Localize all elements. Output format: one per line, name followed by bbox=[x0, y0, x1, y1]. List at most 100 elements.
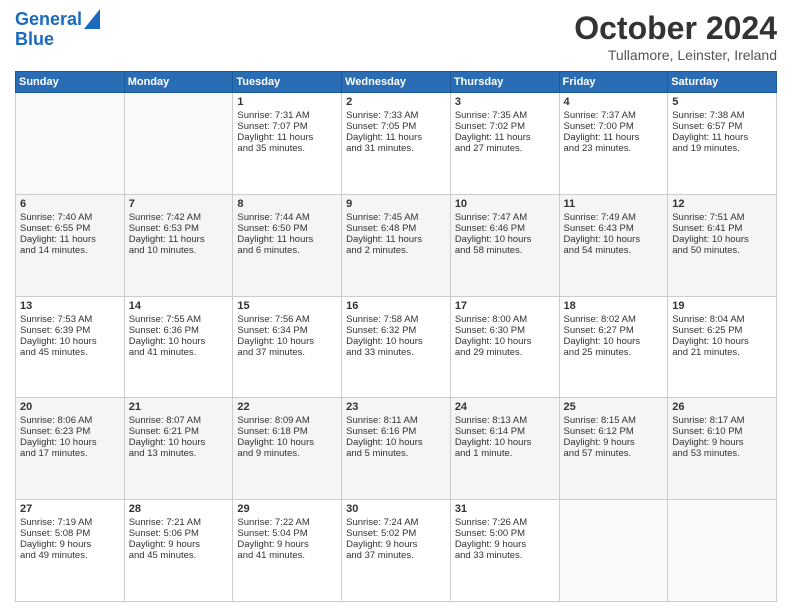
day-info: and 33 minutes. bbox=[346, 347, 446, 358]
day-info: Sunset: 6:46 PM bbox=[455, 223, 555, 234]
calendar-cell: 17 Sunrise: 8:00 AMSunset: 6:30 PMDayligh… bbox=[450, 296, 559, 398]
day-info: and 45 minutes. bbox=[20, 347, 120, 358]
day-info: and 21 minutes. bbox=[672, 347, 772, 358]
calendar-cell: 29 Sunrise: 7:22 AMSunset: 5:04 PMDayligh… bbox=[233, 500, 342, 602]
day-info: Sunrise: 7:44 AM bbox=[237, 212, 337, 223]
day-info: Daylight: 10 hours bbox=[237, 437, 337, 448]
day-info: Sunset: 6:39 PM bbox=[20, 325, 120, 336]
day-info: Daylight: 10 hours bbox=[129, 336, 229, 347]
day-info: Sunrise: 7:45 AM bbox=[346, 212, 446, 223]
day-number: 26 bbox=[672, 401, 772, 413]
calendar-week-5: 27Sunrise: 7:19 AMSunset: 5:08 PMDayligh… bbox=[16, 500, 777, 602]
calendar-cell: 14Sunrise: 7:55 AMSunset: 6:36 PMDayligh… bbox=[124, 296, 233, 398]
calendar-cell: 10Sunrise: 7:47 AMSunset: 6:46 PMDayligh… bbox=[450, 194, 559, 296]
day-number: 19 bbox=[672, 300, 772, 312]
day-info: Daylight: 9 hours bbox=[129, 539, 229, 550]
day-info: Sunset: 6:32 PM bbox=[346, 325, 446, 336]
day-info: Daylight: 10 hours bbox=[672, 234, 772, 245]
day-info: Sunrise: 8:11 AM bbox=[346, 415, 446, 426]
day-number: 11 bbox=[564, 198, 664, 210]
day-info: Sunrise: 8:00 AM bbox=[455, 314, 555, 325]
calendar-week-1: 1Sunrise: 7:31 AMSunset: 7:07 PMDaylight… bbox=[16, 93, 777, 195]
day-header-wednesday: Wednesday bbox=[342, 72, 451, 93]
calendar-cell: 27Sunrise: 7:19 AMSunset: 5:08 PMDayligh… bbox=[16, 500, 125, 602]
calendar-cell: 16Sunrise: 7:58 AMSunset: 6:32 PMDayligh… bbox=[342, 296, 451, 398]
day-info: and 13 minutes. bbox=[129, 448, 229, 459]
day-info: Daylight: 11 hours bbox=[129, 234, 229, 245]
day-info: Sunset: 7:07 PM bbox=[237, 121, 337, 132]
day-info: and 2 minutes. bbox=[346, 245, 446, 256]
day-info: Sunset: 5:04 PM bbox=[237, 528, 337, 539]
day-info: and 37 minutes. bbox=[346, 550, 446, 561]
day-number: 31 bbox=[455, 503, 555, 515]
day-number: 18 bbox=[564, 300, 664, 312]
day-info: Sunrise: 7:22 AM bbox=[237, 517, 337, 528]
day-info: Sunrise: 8:02 AM bbox=[564, 314, 664, 325]
day-info: Sunset: 6:36 PM bbox=[129, 325, 229, 336]
day-number: 15 bbox=[237, 300, 337, 312]
day-info: Sunrise: 7:56 AM bbox=[237, 314, 337, 325]
calendar-cell: 11Sunrise: 7:49 AMSunset: 6:43 PMDayligh… bbox=[559, 194, 668, 296]
day-info: Sunrise: 7:19 AM bbox=[20, 517, 120, 528]
day-info: Sunset: 7:02 PM bbox=[455, 121, 555, 132]
day-number: 21 bbox=[129, 401, 229, 413]
calendar-cell: 3Sunrise: 7:35 AMSunset: 7:02 PMDaylight… bbox=[450, 93, 559, 195]
day-number: 22 bbox=[237, 401, 337, 413]
day-info: Daylight: 11 hours bbox=[237, 234, 337, 245]
logo: General Blue bbox=[15, 10, 100, 50]
day-number: 30 bbox=[346, 503, 446, 515]
day-number: 6 bbox=[20, 198, 120, 210]
day-info: Daylight: 10 hours bbox=[20, 336, 120, 347]
day-info: Sunset: 7:05 PM bbox=[346, 121, 446, 132]
day-info: Sunset: 6:30 PM bbox=[455, 325, 555, 336]
day-info: Sunset: 6:10 PM bbox=[672, 426, 772, 437]
calendar-cell bbox=[124, 93, 233, 195]
calendar-cell: 13Sunrise: 7:53 AMSunset: 6:39 PMDayligh… bbox=[16, 296, 125, 398]
day-info: Daylight: 11 hours bbox=[237, 132, 337, 143]
day-info: and 23 minutes. bbox=[564, 143, 664, 154]
calendar-cell: 6Sunrise: 7:40 AMSunset: 6:55 PMDaylight… bbox=[16, 194, 125, 296]
day-info: and 1 minute. bbox=[455, 448, 555, 459]
day-info: Daylight: 10 hours bbox=[455, 336, 555, 347]
day-info: Sunset: 6:34 PM bbox=[237, 325, 337, 336]
day-info: Sunrise: 7:51 AM bbox=[672, 212, 772, 223]
day-number: 23 bbox=[346, 401, 446, 413]
day-info: Sunset: 5:08 PM bbox=[20, 528, 120, 539]
logo-text: General bbox=[15, 10, 82, 30]
calendar-week-2: 6Sunrise: 7:40 AMSunset: 6:55 PMDaylight… bbox=[16, 194, 777, 296]
day-info: Sunrise: 8:06 AM bbox=[20, 415, 120, 426]
day-info: Daylight: 10 hours bbox=[672, 336, 772, 347]
day-info: Daylight: 10 hours bbox=[346, 437, 446, 448]
day-number: 17 bbox=[455, 300, 555, 312]
day-header-sunday: Sunday bbox=[16, 72, 125, 93]
day-info: and 57 minutes. bbox=[564, 448, 664, 459]
day-info: and 45 minutes. bbox=[129, 550, 229, 561]
day-info: Sunset: 5:06 PM bbox=[129, 528, 229, 539]
calendar-cell: 31Sunrise: 7:26 AMSunset: 5:00 PMDayligh… bbox=[450, 500, 559, 602]
day-number: 7 bbox=[129, 198, 229, 210]
day-info: and 27 minutes. bbox=[455, 143, 555, 154]
calendar-cell: 12Sunrise: 7:51 AMSunset: 6:41 PMDayligh… bbox=[668, 194, 777, 296]
day-info: Sunset: 6:23 PM bbox=[20, 426, 120, 437]
day-number: 3 bbox=[455, 96, 555, 108]
day-header-monday: Monday bbox=[124, 72, 233, 93]
day-header-tuesday: Tuesday bbox=[233, 72, 342, 93]
calendar-cell: 20Sunrise: 8:06 AMSunset: 6:23 PMDayligh… bbox=[16, 398, 125, 500]
day-info: Daylight: 10 hours bbox=[20, 437, 120, 448]
day-info: Daylight: 9 hours bbox=[346, 539, 446, 550]
calendar-week-3: 13Sunrise: 7:53 AMSunset: 6:39 PMDayligh… bbox=[16, 296, 777, 398]
day-header-friday: Friday bbox=[559, 72, 668, 93]
day-info: Sunrise: 7:53 AM bbox=[20, 314, 120, 325]
day-info: Daylight: 9 hours bbox=[672, 437, 772, 448]
day-info: Daylight: 9 hours bbox=[237, 539, 337, 550]
day-number: 1 bbox=[237, 96, 337, 108]
day-number: 2 bbox=[346, 96, 446, 108]
day-info: Sunrise: 8:09 AM bbox=[237, 415, 337, 426]
day-info: Sunset: 6:43 PM bbox=[564, 223, 664, 234]
day-info: Sunset: 6:21 PM bbox=[129, 426, 229, 437]
calendar-cell bbox=[16, 93, 125, 195]
day-number: 29 bbox=[237, 503, 337, 515]
calendar-cell: 18Sunrise: 8:02 AMSunset: 6:27 PMDayligh… bbox=[559, 296, 668, 398]
day-info: Sunrise: 8:04 AM bbox=[672, 314, 772, 325]
calendar-cell: 7Sunrise: 7:42 AMSunset: 6:53 PMDaylight… bbox=[124, 194, 233, 296]
